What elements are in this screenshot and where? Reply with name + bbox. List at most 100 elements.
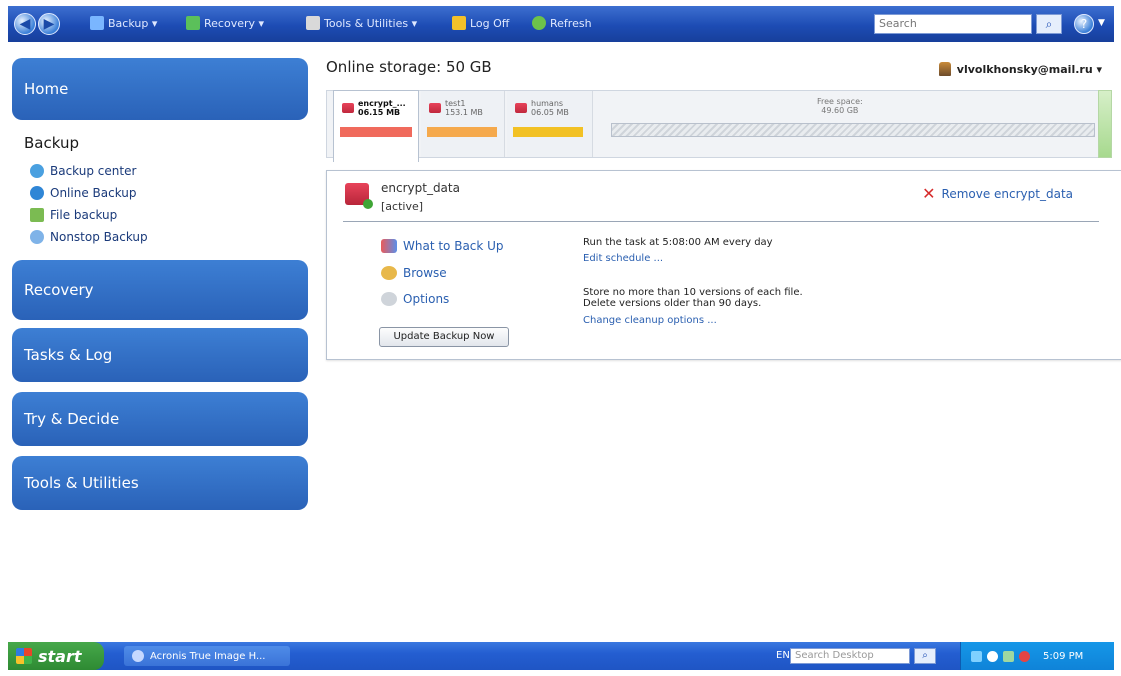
users-icon <box>381 239 397 253</box>
storage-slot-bar <box>340 127 412 137</box>
storage-slot-test1[interactable]: test1 153.1 MB <box>421 91 505 157</box>
sidebar-item-recovery[interactable]: Recovery <box>12 260 308 320</box>
app-window: ◀ ▶ Backup ▾ Recovery ▾ Tools & Utilitie… <box>8 6 1121 670</box>
sidebar-item-try-decide[interactable]: Try & Decide <box>12 392 308 446</box>
clock: 5:09 PM <box>1043 650 1084 662</box>
sidebar-item-label: Try & Decide <box>24 410 120 428</box>
file-backup-icon <box>30 208 44 222</box>
sidebar-item-nonstop-backup[interactable]: Nonstop Backup <box>24 226 308 248</box>
sidebar-item-label: File backup <box>50 208 118 222</box>
user-menu[interactable]: vlvolkhonsky@mail.ru ▾ <box>938 62 1102 76</box>
user-email: vlvolkhonsky@mail.ru ▾ <box>956 62 1102 76</box>
sidebar-item-home[interactable]: Home <box>12 58 308 120</box>
help-icon[interactable]: ? <box>1074 14 1094 34</box>
backup-name: encrypt_data <box>381 181 460 195</box>
options-link[interactable]: Options <box>381 292 449 306</box>
main-panel: Online storage: 50 GB vlvolkhonsky@mail.… <box>312 42 1121 642</box>
storage-slot-encrypt[interactable]: encrypt_... 06.15 MB <box>333 90 419 162</box>
backup-icon <box>90 16 104 30</box>
toolbar-backup-menu[interactable]: Backup ▾ <box>90 16 157 30</box>
sidebar-item-tools-utilities[interactable]: Tools & Utilities <box>12 456 308 510</box>
top-toolbar: ◀ ▶ Backup ▾ Recovery ▾ Tools & Utilitie… <box>8 6 1114 42</box>
storage-slot-name: humans 06.05 MB <box>531 99 569 117</box>
storage-slot-name: test1 153.1 MB <box>445 99 483 117</box>
taskbar: start Acronis True Image H... EN Search … <box>8 642 1114 670</box>
search-input[interactable]: Search <box>874 14 1032 34</box>
taskbar-app-label: Acronis True Image H... <box>150 650 266 662</box>
close-icon: ✕ <box>922 184 936 203</box>
what-to-back-up-link[interactable]: What to Back Up <box>381 239 504 253</box>
gear-icon <box>381 292 397 306</box>
action-label: What to Back Up <box>403 239 504 253</box>
storage-slot-bar <box>427 127 497 137</box>
magnifier-icon <box>381 266 397 280</box>
logoff-icon <box>452 16 466 30</box>
sidebar-item-tasks-log[interactable]: Tasks & Log <box>12 328 308 382</box>
volume-icon[interactable] <box>987 650 998 662</box>
backup-details-card: encrypt_data [active] ✕ Remove encrypt_d… <box>326 170 1121 360</box>
toolbar-recovery-label: Recovery ▾ <box>204 16 265 30</box>
system-tray: 5:09 PM <box>960 642 1114 670</box>
page-title: Online storage: 50 GB <box>326 58 492 76</box>
update-backup-button[interactable]: Update Backup Now <box>379 327 509 347</box>
storage-slot-bar <box>513 127 583 137</box>
edit-schedule-link[interactable]: Edit schedule ... <box>583 253 663 264</box>
sidebar-item-label: Nonstop Backup <box>50 230 148 244</box>
toolbar-tools-label: Tools & Utilities ▾ <box>324 16 418 30</box>
divider <box>343 221 1099 222</box>
toolbar-refresh[interactable]: Refresh <box>532 16 592 30</box>
sidebar-item-file-backup[interactable]: File backup <box>24 204 308 226</box>
toolbar-refresh-label: Refresh <box>550 16 592 30</box>
start-label: start <box>38 646 82 666</box>
chevron-down-icon[interactable]: ▼ <box>1098 18 1105 28</box>
search-icon[interactable]: ⌕ <box>914 648 936 664</box>
language-indicator[interactable]: EN <box>776 650 790 661</box>
toolbar-recovery-menu[interactable]: Recovery ▾ <box>186 16 264 30</box>
sidebar-item-label: Tasks & Log <box>24 346 113 364</box>
globe-icon <box>30 186 44 200</box>
windows-logo-icon <box>16 648 32 664</box>
refresh-icon <box>532 16 546 30</box>
forward-icon[interactable]: ▶ <box>38 13 60 35</box>
start-button[interactable]: start <box>8 642 104 670</box>
toolbar-backup-label: Backup ▾ <box>108 16 158 30</box>
backup-center-icon <box>30 164 44 178</box>
status-badge: [active] <box>381 200 424 213</box>
sidebar-item-label: Online Backup <box>50 186 137 200</box>
desktop-search-input[interactable]: Search Desktop <box>790 648 910 664</box>
free-space-label: Free space: 49.60 GB <box>817 97 863 115</box>
search-icon[interactable]: ⌕ <box>1036 14 1062 34</box>
tray-app-icon[interactable] <box>1003 650 1014 662</box>
sidebar-item-online-backup[interactable]: Online Backup <box>24 182 308 204</box>
sidebar-item-backup-center[interactable]: Backup center <box>24 160 308 182</box>
schedule-text: Run the task at 5:08:00 AM every day <box>583 237 773 248</box>
tools-icon <box>306 16 320 30</box>
back-icon[interactable]: ◀ <box>14 13 36 35</box>
retention-text: Delete versions older than 90 days. <box>583 298 762 309</box>
sidebar-section-backup: Backup Backup center Online Backup File … <box>12 122 308 257</box>
archive-icon <box>345 183 373 209</box>
recovery-icon <box>186 16 200 30</box>
app-icon <box>132 650 144 662</box>
security-alert-icon[interactable] <box>1019 650 1030 662</box>
nonstop-backup-icon <box>30 230 44 244</box>
sidebar-item-label: Tools & Utilities <box>24 474 139 492</box>
action-label: Options <box>403 292 450 306</box>
network-icon[interactable] <box>971 650 982 662</box>
archive-icon <box>429 103 441 113</box>
scroll-handle[interactable] <box>1098 90 1112 158</box>
toolbar-tools-menu[interactable]: Tools & Utilities ▾ <box>306 16 417 30</box>
versions-text: Store no more than 10 versions of each f… <box>583 287 803 298</box>
remove-backup-link[interactable]: ✕ Remove encrypt_data <box>922 184 1073 203</box>
storage-slot-name: encrypt_... 06.15 MB <box>358 99 406 117</box>
action-label: Browse <box>403 266 447 280</box>
taskbar-app-button[interactable]: Acronis True Image H... <box>124 646 290 666</box>
sidebar-item-label: Home <box>24 80 69 98</box>
storage-slot-humans[interactable]: humans 06.05 MB <box>507 91 593 157</box>
cleanup-options-link[interactable]: Change cleanup options ... <box>583 315 717 326</box>
toolbar-logoff[interactable]: Log Off <box>452 16 509 30</box>
sidebar-item-label: Backup center <box>50 164 137 178</box>
sidebar-section-title: Backup <box>24 134 79 152</box>
sidebar-item-label: Recovery <box>24 281 94 299</box>
browse-link[interactable]: Browse <box>381 266 447 280</box>
